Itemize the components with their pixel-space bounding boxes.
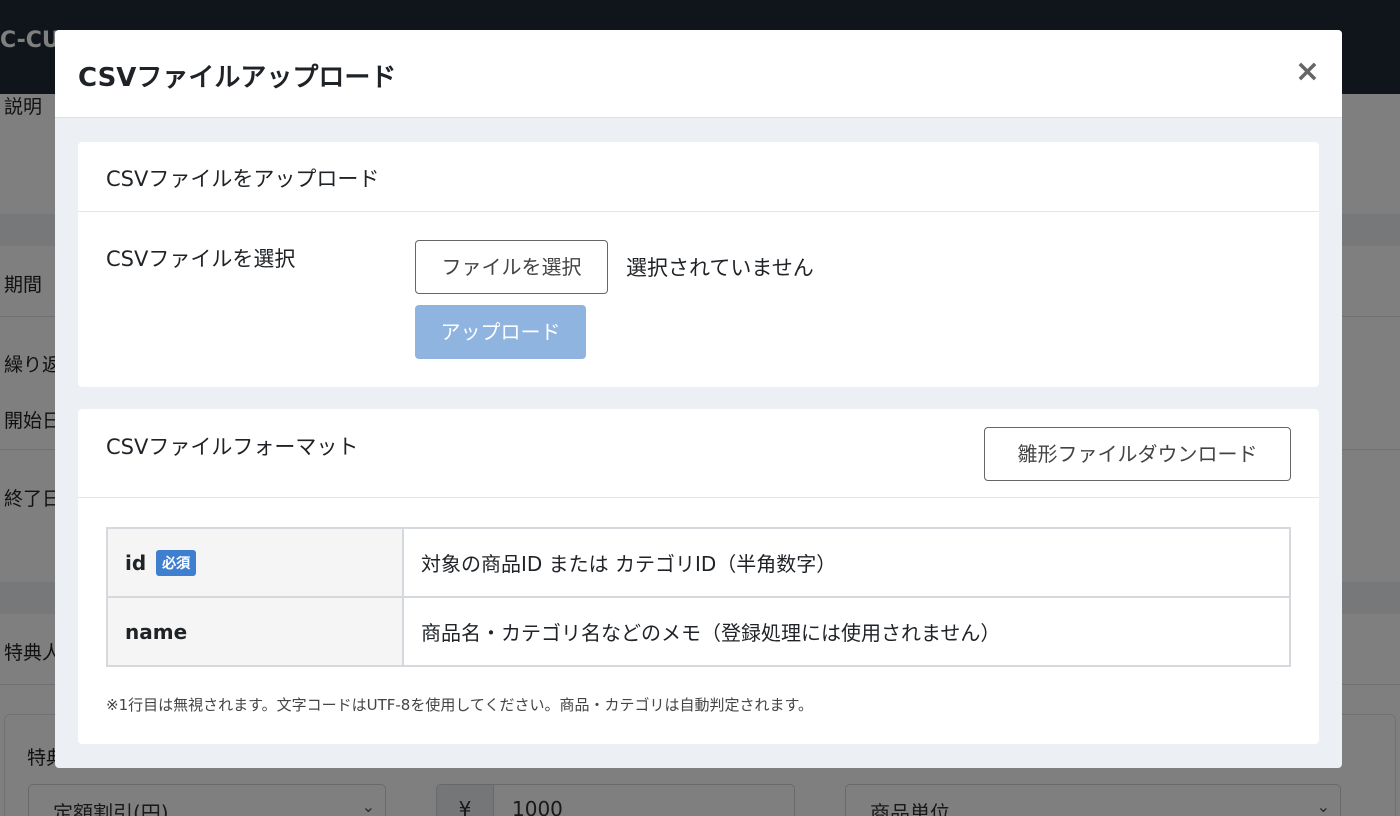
template-download-button[interactable]: 雛形ファイルダウンロード	[984, 427, 1291, 481]
choose-file-button[interactable]: ファイルを選択	[415, 240, 608, 294]
format-note: ※1行目は無視されます。文字コードはUTF-8を使用してください。商品・カテゴリ…	[106, 696, 813, 714]
modal-title: CSVファイルアップロード	[78, 63, 397, 93]
upload-card: CSVファイルをアップロード CSVファイルを選択 ファイルを選択 選択されてい…	[78, 142, 1319, 387]
csv-upload-modal: CSVファイルアップロード × CSVファイルをアップロード CSVファイルを選…	[55, 30, 1342, 768]
format-key-cell: name	[106, 596, 404, 667]
file-status-text: 選択されていません	[626, 256, 814, 280]
format-card-header: CSVファイルフォーマット 雛形ファイルダウンロード	[78, 409, 1319, 498]
table-row: id 必須 対象の商品ID または カテゴリID（半角数字）	[106, 527, 1291, 598]
format-card-title: CSVファイルフォーマット	[106, 435, 359, 459]
csv-select-label: CSVファイルを選択	[106, 247, 296, 271]
required-badge: 必須	[156, 549, 197, 576]
format-key: id	[125, 550, 147, 575]
format-description: 商品名・カテゴリ名などのメモ（登録処理には使用されません）	[402, 596, 1291, 667]
close-icon[interactable]: ×	[1295, 54, 1320, 90]
modal-header: CSVファイルアップロード ×	[55, 30, 1342, 118]
upload-card-title: CSVファイルをアップロード	[106, 167, 380, 191]
upload-button[interactable]: アップロード	[415, 305, 586, 359]
upload-card-header: CSVファイルをアップロード	[78, 142, 1319, 212]
format-table: id 必須 対象の商品ID または カテゴリID（半角数字） name 商品名・カ…	[106, 527, 1291, 667]
table-row: name 商品名・カテゴリ名などのメモ（登録処理には使用されません）	[106, 596, 1291, 667]
format-key-cell: id 必須	[106, 527, 404, 598]
format-card: CSVファイルフォーマット 雛形ファイルダウンロード id 必須 対象の商品ID …	[78, 409, 1319, 744]
format-key: name	[125, 619, 188, 644]
format-description: 対象の商品ID または カテゴリID（半角数字）	[402, 527, 1291, 598]
